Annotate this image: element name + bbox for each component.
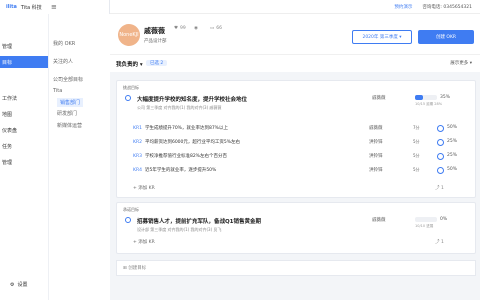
- nav-item-3[interactable]: 工作法: [0, 92, 48, 104]
- kr-pct: 50%: [447, 167, 458, 172]
- settings-button[interactable]: ⚙ 设置: [10, 281, 28, 289]
- nav-item-0[interactable]: 管理: [0, 40, 48, 52]
- kr-confidence[interactable]: 5分: [413, 167, 420, 173]
- nav-item-2[interactable]: [0, 72, 48, 84]
- okr-card[interactable]: 挑战目标 大幅度提升学校的知名度，提升学校社会地位 公司 第三季度 对齐我的(1…: [116, 80, 476, 198]
- views-stat[interactable]: ◉: [194, 26, 198, 31]
- top-bar: 预约演示 咨询电话: 0345654321: [110, 0, 480, 14]
- tree-my-okr[interactable]: 我的 OKR: [53, 40, 75, 47]
- kr-pct: 25%: [447, 139, 458, 144]
- share-icon[interactable]: ⤴ 1: [435, 185, 444, 191]
- progress-ring-icon: [437, 153, 444, 160]
- tree-item-tita[interactable]: Tita: [53, 88, 62, 94]
- likes-stat[interactable]: ♥ 99: [174, 26, 186, 31]
- user-role: 产品设计部: [144, 39, 167, 44]
- kr-owner[interactable]: 洪铃锌: [369, 167, 383, 173]
- tree-item-rd[interactable]: 研发部门: [57, 110, 77, 117]
- progress-ring-icon: [437, 167, 444, 174]
- progress-bar: [415, 217, 437, 222]
- progress-pct: 35%: [440, 95, 451, 100]
- okr-card[interactable]: 承诺目标 招募销售人才，提前扩充军队，备战Q1销售黄金期 设计部 第三季度 对齐…: [116, 202, 476, 254]
- progress-pct: 0%: [440, 217, 448, 222]
- okr-tag: 承诺目标: [123, 207, 139, 212]
- avatar[interactable]: NoneKJI: [118, 24, 140, 46]
- comments-stat[interactable]: ▭ 66: [210, 26, 222, 31]
- brand-name: Tita 科技: [20, 4, 42, 11]
- tree-item-sales[interactable]: 销售部门: [57, 98, 84, 107]
- phone-text: 咨询电话: 0345654321: [422, 4, 472, 10]
- kr-pct: 50%: [447, 125, 458, 130]
- objective-title[interactable]: 招募销售人才，提前扩充军队，备战Q1销售黄金期: [137, 217, 261, 225]
- objective-owner[interactable]: 戚薇薇: [372, 95, 386, 101]
- filter-bar: 我负责的 ▾ 已选 2 展示更多 ▾: [110, 54, 480, 72]
- kr-owner[interactable]: 洪铃锌: [369, 153, 383, 159]
- selected-filter-tag[interactable]: 已选 2: [146, 60, 168, 66]
- objective-title[interactable]: 大幅度提升学校的知名度，提升学校社会地位: [137, 95, 247, 103]
- share-icon[interactable]: ⤴ 1: [435, 239, 444, 245]
- create-goal-row[interactable]: ⊞ 创建目标: [116, 260, 476, 276]
- eye-icon: ◉: [194, 26, 198, 31]
- add-kr-button[interactable]: + 添加 KR: [133, 239, 155, 245]
- kr-owner[interactable]: 洪铃锌: [369, 139, 383, 145]
- progress-note: 10/15 延期 28%: [415, 102, 443, 106]
- create-okr-button[interactable]: 创建 OKR: [418, 30, 474, 44]
- kr-owner[interactable]: 戚薇薇: [369, 125, 383, 131]
- nav-item-4[interactable]: 地图: [0, 108, 48, 120]
- progress-bar: [415, 95, 437, 100]
- period-select[interactable]: 2020年 第三季度 ▾: [352, 30, 412, 44]
- kr-row[interactable]: KR1 学生成绩提升70%，就业率达到87%以上: [133, 125, 228, 131]
- kr-row[interactable]: KR4 近5年学生的就业率，逐步提升50%: [133, 167, 216, 173]
- settings-label: 设置: [17, 282, 28, 288]
- kr-row[interactable]: KR3 学校净推荐值行业标准82%左右个百分百: [133, 153, 227, 159]
- show-more-button[interactable]: 展示更多 ▾: [450, 60, 472, 66]
- profile-header: NoneKJI 戚薇薇 产品设计部 ♥ 99 ◉ ▭ 66 2020年 第三季度 ▾…: [110, 14, 480, 54]
- kr-pct: 25%: [447, 153, 458, 158]
- kr-confidence[interactable]: 5分: [413, 153, 420, 159]
- objective-meta: 设计部 第三季度 对齐我的(1) 我的对齐(3) 员飞: [137, 227, 222, 232]
- kr-confidence[interactable]: 5分: [413, 139, 420, 145]
- user-name: 戚薇薇: [144, 27, 165, 35]
- progress-note: 10/10 进展: [415, 224, 434, 228]
- tree-followed[interactable]: 关注的人: [53, 58, 73, 65]
- objective-icon: [125, 95, 131, 101]
- add-kr-button[interactable]: + 添加 KR: [133, 185, 155, 191]
- brand-logo: ilita: [6, 4, 17, 10]
- objective-owner[interactable]: 戚薇薇: [372, 217, 386, 223]
- kr-confidence[interactable]: 7分: [413, 125, 420, 131]
- nav-item-5[interactable]: 仪表盘: [0, 124, 48, 136]
- progress-ring-icon: [437, 125, 444, 132]
- demo-link[interactable]: 预约演示: [394, 4, 412, 10]
- my-okr-title[interactable]: 我负责的 ▾: [116, 60, 143, 68]
- kr-row[interactable]: KR2 平均薪资达到6000元，超行业平均工资5%左右: [133, 139, 240, 145]
- org-tree: 我的 OKR 关注的人 公司全部目标 Tita 销售部门 研发部门 新媒体运营: [48, 14, 110, 300]
- objective-icon: [125, 217, 131, 223]
- nav-item-6[interactable]: 任务: [0, 140, 48, 152]
- comment-icon: ▭: [210, 26, 215, 31]
- progress-ring-icon: [437, 139, 444, 146]
- heart-icon: ♥: [174, 26, 179, 31]
- menu-icon[interactable]: ≡: [51, 3, 57, 11]
- tree-item-media[interactable]: 新媒体运营: [57, 122, 82, 129]
- nav-item-7[interactable]: 管理: [0, 156, 48, 168]
- gear-icon: ⚙: [10, 281, 15, 288]
- okr-tag: 挑战目标: [123, 85, 139, 90]
- nav-item-1[interactable]: 目标: [0, 56, 48, 68]
- objective-meta: 公司 第三季度 对齐我的(1) 我的对齐(3) 戚薇薇: [137, 105, 222, 110]
- tree-company[interactable]: 公司全部目标: [53, 76, 83, 83]
